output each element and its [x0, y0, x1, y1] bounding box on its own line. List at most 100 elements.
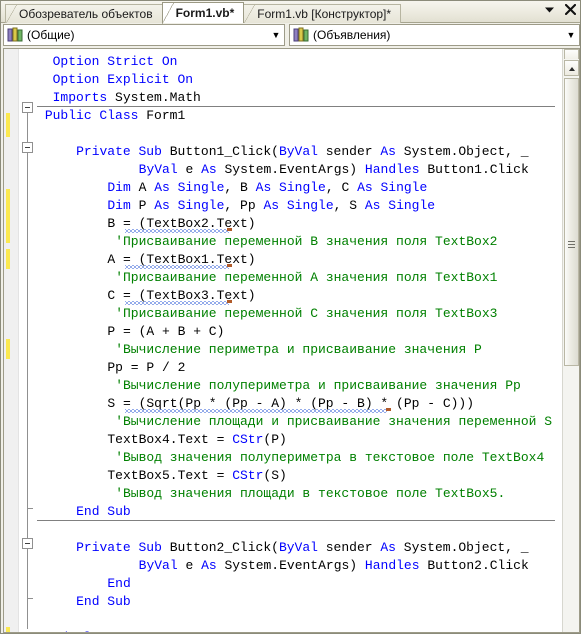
code-token: sender — [325, 540, 381, 555]
code-token: 'Вычисление площади и присваивание значе… — [115, 414, 553, 429]
code-line[interactable]: TextBox5.Text = CStr(S) — [107, 467, 286, 485]
vs-code-editor-window: Обозреватель объектов Form1.vb* Form1.vb [… — [0, 0, 581, 634]
code-line[interactable]: 'Вычисление полупериметра и присваивание… — [115, 377, 521, 395]
close-icon[interactable] — [565, 4, 576, 15]
document-tabs: Обозреватель объектов Form1.vb* Form1.vb [… — [5, 1, 402, 25]
outlining-region-end-tick — [27, 508, 33, 509]
tab-strip-buttons — [544, 4, 576, 15]
code-token: Option Explicit On — [52, 72, 194, 87]
code-token: , S — [333, 198, 365, 213]
code-line[interactable]: 'Присваивание переменной A значения поля… — [115, 269, 497, 287]
code-token: , C — [325, 180, 358, 195]
code-token: , B — [224, 180, 256, 195]
code-token: (P) — [263, 432, 287, 447]
code-token: Public Class — [44, 108, 147, 123]
code-token: TextBox4.Text = — [107, 432, 233, 447]
code-line[interactable]: 'Присваивание переменной B значения поля… — [115, 233, 497, 251]
document-tab[interactable]: Обозреватель объектов — [5, 4, 163, 25]
code-token: End Sub — [76, 594, 131, 609]
document-tab-label: Form1.vb* — [175, 6, 235, 20]
chevron-down-icon[interactable] — [544, 4, 555, 15]
member-dropdown-value: (Объявления) — [313, 28, 391, 42]
code-line[interactable]: End Sub — [76, 503, 131, 521]
outlining-collapse-box[interactable] — [22, 102, 33, 113]
change-indicator-margin — [4, 49, 19, 632]
error-marker-tick[interactable] — [386, 408, 391, 411]
code-token: End — [107, 576, 131, 591]
document-tab[interactable]: Form1.vb [Конструктор]* — [243, 4, 402, 25]
scroll-up-arrow-icon[interactable] — [564, 60, 579, 76]
code-token: Option Strict On — [52, 54, 178, 69]
code-token: 'Вывод значения площади в текстовое поле… — [115, 486, 506, 501]
code-line[interactable]: End — [107, 575, 130, 593]
code-token: CStr — [232, 468, 264, 483]
warning-squiggle — [125, 409, 387, 413]
code-token: As Single — [255, 180, 326, 195]
code-token: e — [185, 558, 202, 573]
tab-left-bevel — [243, 4, 256, 25]
vertical-scrollbar[interactable] — [562, 49, 579, 632]
code-line[interactable]: 'Вывод значения полупериметра в текстово… — [115, 449, 544, 467]
tab-left-bevel — [5, 4, 17, 25]
code-line[interactable]: 'Вычисление площади и присваивание значе… — [115, 413, 552, 431]
error-marker-tick[interactable] — [227, 300, 232, 303]
chevron-down-icon[interactable]: ▼ — [268, 30, 284, 40]
code-token: Dim — [107, 198, 139, 213]
error-marker-tick[interactable] — [227, 264, 232, 267]
code-line[interactable]: Pp = P / 2 — [107, 359, 185, 377]
class-dropdown[interactable]: (Общие) ▼ — [3, 24, 285, 46]
member-dropdown[interactable]: (Объявления) ▼ — [289, 24, 580, 46]
error-marker-tick[interactable] — [227, 228, 232, 231]
code-line[interactable]: P = (A + B + C) — [107, 323, 224, 341]
code-line[interactable]: Dim P As Single, Pp As Single, S As Sing… — [107, 197, 435, 215]
scrollbar-thumb[interactable] — [564, 78, 579, 366]
region-separator-rule — [37, 520, 555, 521]
unsaved-change-bar — [6, 627, 10, 632]
unsaved-change-bar — [6, 189, 10, 243]
code-editor[interactable]: Option Strict On Option Explicit On Import… — [3, 48, 580, 633]
code-token: 'Вывод значения полупериметра в текстово… — [115, 450, 545, 465]
code-line[interactable]: 'Вычисление периметра и присваивание зна… — [115, 341, 482, 359]
code-line[interactable]: Option Explicit On — [53, 71, 193, 89]
code-token: Private Sub — [76, 144, 170, 159]
code-line[interactable]: Option Strict On — [53, 53, 178, 71]
code-token: As — [380, 144, 404, 159]
code-token: As — [380, 540, 404, 555]
outlining-collapse-box[interactable] — [22, 538, 33, 549]
code-token: e — [185, 162, 202, 177]
code-line[interactable]: Dim A As Single, B As Single, C As Singl… — [107, 179, 427, 197]
document-tab[interactable]: Form1.vb* — [161, 2, 245, 24]
code-line[interactable]: End Class — [45, 629, 115, 632]
warning-squiggle — [125, 301, 229, 305]
member-list-icon — [293, 27, 311, 43]
code-line[interactable]: Private Sub Button1_Click(ByVal sender A… — [76, 143, 529, 161]
outlining-collapse-box[interactable] — [22, 142, 33, 153]
code-token: TextBox5.Text = — [107, 468, 233, 483]
code-token: A — [138, 180, 155, 195]
code-token: System.Math — [115, 90, 201, 105]
code-line[interactable]: Imports System.Math — [53, 89, 201, 107]
code-line[interactable]: ByVal e As System.EventArgs) Handles But… — [139, 161, 529, 179]
code-token: System.Object, _ — [403, 540, 529, 555]
code-token: End Class — [45, 630, 115, 632]
code-token: As — [201, 558, 225, 573]
code-token: 'Присваивание переменной A значения поля… — [115, 270, 498, 285]
code-outlining-margin[interactable] — [19, 49, 37, 632]
code-line[interactable]: Public Class Form1 — [45, 107, 185, 125]
code-token: Form1 — [146, 108, 186, 123]
tab-left-bevel — [161, 2, 174, 24]
code-token: Pp = P / 2 — [107, 360, 186, 375]
code-line[interactable]: 'Присваивание переменной C значения поля… — [115, 305, 497, 323]
code-token: ByVal — [138, 558, 186, 573]
code-token: P = (A + B + C) — [107, 324, 225, 339]
code-token: 'Присваивание переменной B значения поля… — [115, 234, 498, 249]
code-token: System.Object, _ — [403, 144, 529, 159]
code-line[interactable]: 'Вывод значения площади в текстовое поле… — [115, 485, 505, 503]
code-line[interactable]: End Sub — [76, 593, 131, 611]
code-line[interactable]: TextBox4.Text = CStr(P) — [107, 431, 286, 449]
unsaved-change-bar — [6, 113, 10, 137]
code-line[interactable]: Private Sub Button2_Click(ByVal sender A… — [76, 539, 529, 557]
code-line[interactable]: ByVal e As System.EventArgs) Handles But… — [139, 557, 529, 575]
chevron-down-icon[interactable]: ▼ — [563, 30, 579, 40]
code-text-area[interactable]: Option Strict On Option Explicit On Import… — [37, 49, 561, 632]
